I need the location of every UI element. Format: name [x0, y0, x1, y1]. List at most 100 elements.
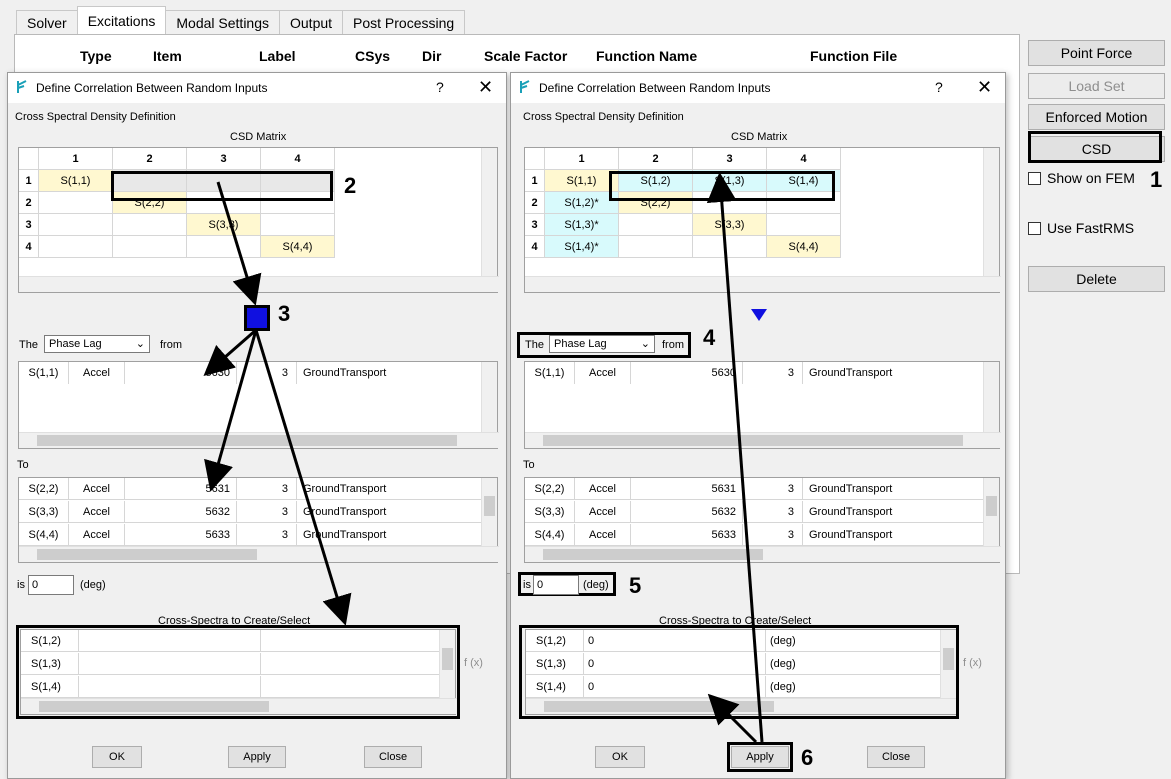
scroll-thumb[interactable]	[37, 549, 257, 560]
help-icon[interactable]: ?	[935, 79, 943, 95]
point-force-button[interactable]: Point Force	[1028, 40, 1165, 66]
from-list[interactable]: S(1,1) Accel 5630 3 GroundTransport	[524, 361, 1001, 449]
fx-button[interactable]: f (x)	[963, 657, 982, 669]
from-list[interactable]: S(1,1) Accel 5630 3 GroundTransport	[18, 361, 499, 449]
horizontal-scrollbar[interactable]	[525, 546, 1001, 562]
phase-input[interactable]: 0	[28, 575, 74, 595]
col-csys[interactable]: CSys	[355, 48, 390, 64]
col-header-2: 2	[619, 148, 693, 170]
to-cell: S(4,4)	[525, 524, 575, 546]
corner-cell	[19, 148, 39, 170]
tab-solver[interactable]: Solver	[16, 10, 78, 34]
row-header-4: 4	[525, 236, 545, 258]
vertical-scrollbar[interactable]	[481, 148, 497, 276]
matrix-cell[interactable]	[187, 236, 261, 258]
chevron-down-icon: ⌄	[135, 338, 145, 350]
show-on-fem-checkbox[interactable]: Show on FEM	[1028, 170, 1135, 186]
matrix-cell[interactable]	[619, 214, 693, 236]
matrix-cell[interactable]	[39, 214, 113, 236]
phase-lag-select[interactable]: Phase Lag ⌄	[549, 335, 655, 353]
matrix-cell[interactable]: S(3,3)	[693, 214, 767, 236]
matrix-cell[interactable]: S(1,2)*	[545, 192, 619, 214]
scroll-thumb[interactable]	[986, 496, 997, 516]
matrix-cell[interactable]	[39, 192, 113, 214]
col-function-name[interactable]: Function Name	[596, 48, 697, 64]
to-cell: S(4,4)	[19, 524, 69, 546]
tab-excitations[interactable]: Excitations	[76, 6, 167, 34]
apply-button[interactable]: Apply	[228, 746, 286, 768]
down-arrow-button[interactable]	[751, 309, 767, 321]
matrix-cell[interactable]	[767, 214, 841, 236]
callout-2: 2	[344, 173, 357, 198]
to-list[interactable]: S(2,2) Accel 5631 3 GroundTransport S(3,…	[18, 477, 499, 563]
horizontal-scrollbar[interactable]	[19, 546, 499, 562]
phase-input[interactable]: 0	[533, 575, 579, 595]
close-icon[interactable]: ✕	[977, 77, 992, 98]
from-cell: GroundTransport	[297, 362, 483, 384]
matrix-cell[interactable]: S(1,3)*	[545, 214, 619, 236]
scroll-thumb[interactable]	[37, 435, 457, 446]
ok-button[interactable]: OK	[92, 746, 142, 768]
load-set-button[interactable]: Load Set	[1028, 73, 1165, 99]
col-function-file[interactable]: Function File	[810, 48, 897, 64]
fx-button[interactable]: f (x)	[464, 657, 483, 669]
delete-button[interactable]: Delete	[1028, 266, 1165, 292]
col-type[interactable]: Type	[80, 48, 112, 64]
matrix-cell[interactable]: S(4,4)	[261, 236, 335, 258]
col-item[interactable]: Item	[153, 48, 182, 64]
matrix-cell[interactable]: S(3,3)	[187, 214, 261, 236]
matrix-cell[interactable]: S(1,1)	[545, 170, 619, 192]
csd-matrix[interactable]: 1 2 3 4 1 2 3 4 S(1,1) S(1,2) S(1,3) S(1…	[524, 147, 1001, 293]
close-button[interactable]: Close	[364, 746, 422, 768]
vertical-scrollbar[interactable]	[983, 478, 999, 548]
vertical-scrollbar[interactable]	[983, 148, 999, 276]
callout-box-cross	[519, 625, 959, 719]
matrix-cell[interactable]	[39, 236, 113, 258]
from-label: from	[662, 339, 684, 351]
callout-box-6	[727, 742, 793, 772]
matrix-cell[interactable]	[113, 214, 187, 236]
matrix-cell[interactable]: S(1,1)	[39, 170, 113, 192]
help-icon[interactable]: ?	[436, 79, 444, 95]
vertical-scrollbar[interactable]	[481, 478, 497, 548]
corner-cell	[525, 148, 545, 170]
matrix-cell[interactable]	[261, 214, 335, 236]
horizontal-scrollbar[interactable]	[19, 276, 499, 292]
ok-button[interactable]: OK	[595, 746, 645, 768]
vertical-scrollbar[interactable]	[983, 362, 999, 434]
to-cell: S(3,3)	[19, 501, 69, 523]
horizontal-scrollbar[interactable]	[525, 276, 1001, 292]
to-list[interactable]: S(2,2) Accel 5631 3 GroundTransport S(3,…	[524, 477, 1001, 563]
to-cell: GroundTransport	[803, 478, 985, 500]
col-scale-factor[interactable]: Scale Factor	[484, 48, 567, 64]
matrix-cell[interactable]: S(4,4)	[767, 236, 841, 258]
use-fastrms-checkbox[interactable]: Use FastRMS	[1028, 220, 1134, 236]
to-cell: S(2,2)	[19, 478, 69, 500]
row-header-2: 2	[525, 192, 545, 214]
phase-lag-select[interactable]: Phase Lag ⌄	[44, 335, 150, 353]
tab-output[interactable]: Output	[279, 10, 344, 34]
close-icon[interactable]: ✕	[478, 77, 493, 98]
scroll-thumb[interactable]	[543, 435, 963, 446]
tab-modal-settings[interactable]: Modal Settings	[165, 10, 280, 34]
col-dir[interactable]: Dir	[422, 48, 441, 64]
scroll-thumb[interactable]	[484, 496, 495, 516]
horizontal-scrollbar[interactable]	[19, 432, 499, 448]
scroll-thumb[interactable]	[543, 549, 763, 560]
tab-post-processing[interactable]: Post Processing	[342, 10, 466, 34]
to-cell: Accel	[69, 524, 125, 546]
horizontal-scrollbar[interactable]	[525, 432, 1001, 448]
matrix-cell[interactable]	[113, 236, 187, 258]
vertical-scrollbar[interactable]	[481, 362, 497, 434]
matrix-cell[interactable]	[693, 236, 767, 258]
enforced-motion-button[interactable]: Enforced Motion	[1028, 104, 1165, 130]
csd-matrix[interactable]: 1 2 3 4 1 2 3 4 S(1,1) S(2,2) S(3,3) S(4…	[18, 147, 499, 293]
from-cell: 3	[237, 362, 297, 384]
dialog-title: Define Correlation Between Random Inputs	[36, 81, 268, 95]
col-label[interactable]: Label	[259, 48, 296, 64]
down-arrow-button[interactable]	[244, 305, 270, 331]
close-button[interactable]: Close	[867, 746, 925, 768]
to-cell: Accel	[69, 478, 125, 500]
matrix-cell[interactable]: S(1,4)*	[545, 236, 619, 258]
matrix-cell[interactable]	[619, 236, 693, 258]
